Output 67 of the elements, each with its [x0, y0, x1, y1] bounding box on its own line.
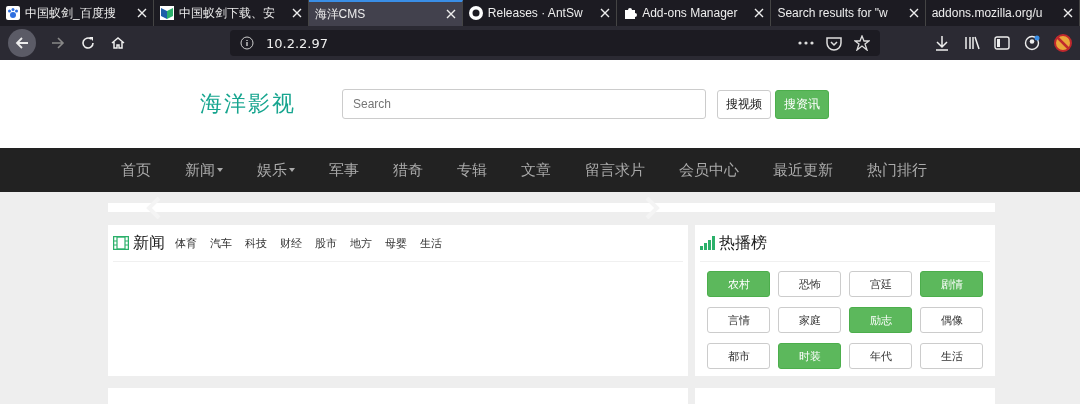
- close-icon[interactable]: [600, 8, 611, 18]
- pocket-icon[interactable]: [826, 35, 842, 51]
- tab-title: Search results for "w: [777, 6, 889, 20]
- category-link[interactable]: 科技: [245, 235, 267, 251]
- nav-link[interactable]: 专辑: [440, 160, 504, 180]
- cube-icon: [160, 6, 175, 20]
- sidebar-icon[interactable]: [994, 36, 1010, 50]
- home-icon[interactable]: [110, 35, 126, 51]
- puzzle-icon: [623, 6, 638, 20]
- tag-button[interactable]: 宫廷: [849, 271, 912, 297]
- more-icon[interactable]: [798, 41, 814, 45]
- nav-link[interactable]: 最近更新: [756, 160, 850, 180]
- forward-icon[interactable]: [50, 35, 66, 51]
- section-title: 热播榜: [719, 232, 767, 254]
- tag-button[interactable]: 家庭: [778, 307, 841, 333]
- close-icon[interactable]: [754, 8, 765, 18]
- close-icon[interactable]: [908, 8, 919, 18]
- nav-link[interactable]: 留言求片: [568, 160, 662, 180]
- tab-title: Add-ons Manager: [642, 6, 739, 20]
- nav-link[interactable]: 新闻: [168, 160, 240, 180]
- nav-link[interactable]: 首页: [104, 160, 168, 180]
- section-title: 新闻: [133, 232, 165, 254]
- tag-button[interactable]: 偶像: [920, 307, 983, 333]
- nav-link[interactable]: 猎奇: [376, 160, 440, 180]
- category-link[interactable]: 母婴: [385, 235, 407, 251]
- paw-icon: [6, 6, 20, 20]
- tag-button[interactable]: 年代: [849, 343, 912, 369]
- back-icon[interactable]: [14, 35, 30, 51]
- category-link[interactable]: 体育: [175, 235, 197, 251]
- nav-link[interactable]: 文章: [504, 160, 568, 180]
- caret-icon: [289, 168, 295, 172]
- caret-icon: [217, 168, 223, 172]
- library-icon[interactable]: [964, 35, 980, 51]
- tag-button[interactable]: 恐怖: [778, 271, 841, 297]
- search-button[interactable]: 搜视频: [717, 89, 771, 119]
- close-icon[interactable]: [445, 9, 456, 19]
- tag-button[interactable]: 都市: [707, 343, 770, 369]
- tab-title: addons.mozilla.org/u: [931, 6, 1044, 20]
- reload-icon[interactable]: [80, 35, 96, 51]
- tag-button[interactable]: 生活: [920, 343, 983, 369]
- close-icon[interactable]: [1062, 8, 1073, 18]
- category-link[interactable]: 财经: [280, 235, 302, 251]
- nav-link[interactable]: 军事: [312, 160, 376, 180]
- category-link[interactable]: 股市: [315, 235, 337, 251]
- browser-tab[interactable]: 海洋CMS: [308, 0, 463, 26]
- account-icon[interactable]: [1024, 35, 1040, 51]
- download-icon[interactable]: [934, 35, 950, 51]
- star-icon[interactable]: [854, 35, 870, 51]
- tab-title: Releases · AntSw: [487, 6, 584, 20]
- category-link[interactable]: 生活: [420, 235, 442, 251]
- nav-link[interactable]: 热门排行: [850, 160, 944, 180]
- category-link[interactable]: 地方: [350, 235, 372, 251]
- tab-title: 海洋CMS: [314, 5, 367, 23]
- nav-link[interactable]: 会员中心: [662, 160, 756, 180]
- close-icon[interactable]: [291, 8, 302, 18]
- tab-title: 中国蚁剑_百度搜: [25, 4, 117, 22]
- url-text: 10.2.2.97: [266, 35, 329, 51]
- nav-link[interactable]: 娱乐: [240, 160, 312, 180]
- category-link[interactable]: 汽车: [210, 235, 232, 251]
- close-icon[interactable]: [137, 8, 148, 18]
- search-field[interactable]: Search: [342, 89, 706, 119]
- address-bar[interactable]: 10.2.2.97: [230, 30, 880, 56]
- info-icon: [240, 36, 254, 50]
- signal-bars-icon: [700, 236, 715, 250]
- tag-button[interactable]: 言情: [707, 307, 770, 333]
- tab-title: 中国蚁剑下载、安: [179, 4, 277, 22]
- film-icon: [113, 236, 129, 250]
